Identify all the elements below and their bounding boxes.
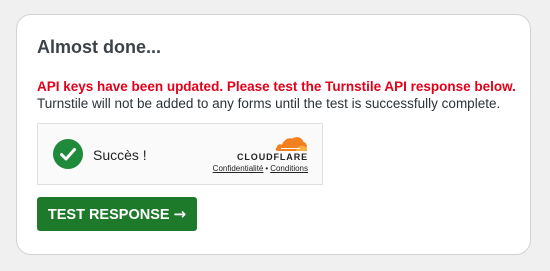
widget-footer-links: Confidentialité • Conditions (213, 164, 308, 173)
test-response-button[interactable]: TEST RESPONSE → (37, 197, 197, 231)
privacy-link[interactable]: Confidentialité (213, 164, 264, 173)
cloudflare-wordmark: CLOUDFLARE (237, 152, 308, 162)
turnstile-setup-card: Almost done... API keys have been update… (16, 14, 531, 255)
terms-link[interactable]: Conditions (270, 164, 308, 173)
test-response-label: TEST RESPONSE (47, 207, 170, 223)
turnstile-widget: Succès ! CLOUDFLARE Confidentialité • Cond… (37, 123, 323, 185)
link-separator: • (265, 164, 269, 173)
test-instructions: Turnstile will not be added to any forms… (37, 96, 501, 111)
api-keys-updated-alert: API keys have been updated. Please test … (37, 79, 516, 94)
success-status-text: Succès ! (93, 147, 147, 163)
card-title: Almost done... (37, 37, 162, 57)
arrow-right-icon: → (173, 205, 187, 223)
cloudflare-cloud-icon (275, 137, 308, 151)
check-circle-icon (53, 139, 83, 169)
